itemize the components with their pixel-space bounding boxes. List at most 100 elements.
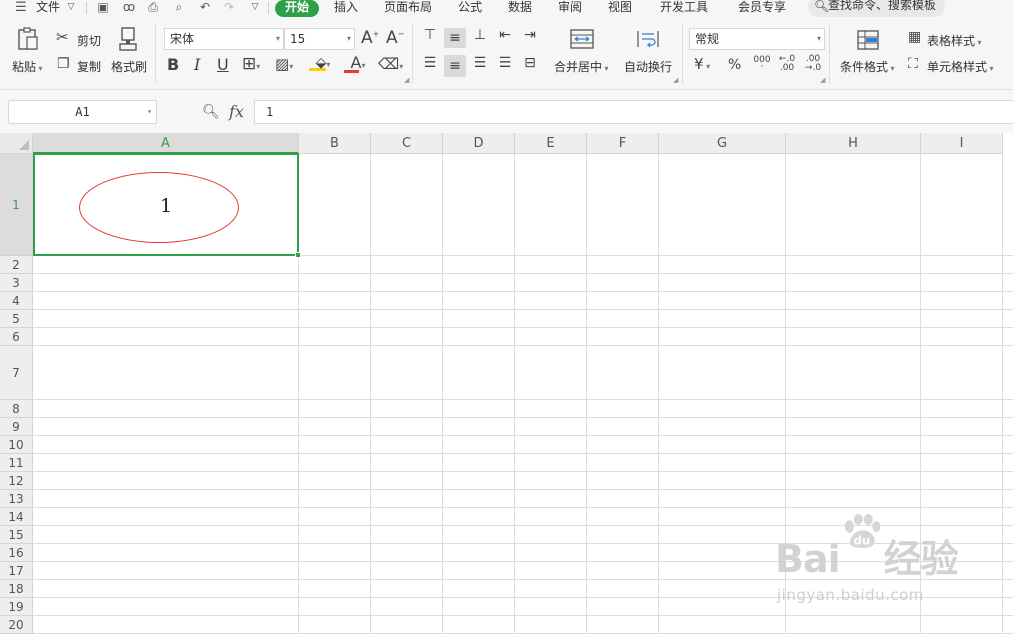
row-header-13[interactable]: 13 [0,490,33,508]
row-header-18[interactable]: 18 [0,580,33,598]
row-header-1[interactable]: 1 [0,154,33,256]
undo-icon[interactable]: ↶ [198,1,212,14]
table-style-icon[interactable]: ▦ [908,30,921,44]
increase-decimal-icon[interactable]: ←.0.00 [776,55,798,73]
chevron-down-icon[interactable]: ▽ [64,1,78,14]
name-box[interactable]: A1 ▾ [8,100,157,124]
merge-center-button[interactable]: 合并居中 ▾ [554,58,609,75]
row-header-2[interactable]: 2 [0,256,33,274]
align-right-icon[interactable]: ☰ [470,56,490,76]
merge-center-icon[interactable] [570,28,594,52]
decrease-indent-icon[interactable]: ⇤ [495,28,515,48]
column-header-g[interactable]: G [659,133,786,154]
column-header-f[interactable]: F [587,133,659,154]
increase-indent-icon[interactable]: ⇥ [520,28,540,48]
column-header-a[interactable]: A [33,133,299,154]
cell-style-button[interactable]: 单元格样式 ▾ [927,58,994,75]
format-painter-icon[interactable] [118,26,138,52]
decrease-decimal-icon[interactable]: .00 →.0 [802,55,824,73]
select-all-button[interactable] [0,133,33,154]
borders-icon[interactable]: ⊞▾ [242,56,260,73]
fill-color-icon[interactable]: ⬙▾ [309,56,337,71]
justify-icon[interactable]: ☰ [495,56,515,76]
currency-format-icon[interactable]: ¥ ▾ [694,57,710,72]
format-painter-qa-icon[interactable]: ꝏ [122,1,136,14]
conditional-format-button[interactable]: 条件格式 ▾ [840,58,895,75]
row-header-10[interactable]: 10 [0,436,33,454]
font-color-icon[interactable]: A▾ [344,55,372,73]
fill-pattern-icon[interactable]: ▨▾ [275,57,293,72]
redo-icon[interactable]: ↷ [222,1,236,14]
align-middle-icon[interactable]: ≡ [444,28,466,48]
column-header-i[interactable]: I [921,133,1003,154]
row-header-15[interactable]: 15 [0,526,33,544]
row-header-20[interactable]: 20 [0,616,33,634]
alignment-dialog-launcher-icon[interactable]: ◢ [673,76,678,84]
file-menu[interactable]: 文件 [36,0,60,17]
save-icon[interactable]: ▣ [96,1,110,14]
column-header-h[interactable]: H [786,133,921,154]
row-header-19[interactable]: 19 [0,598,33,616]
customize-quick-access-icon[interactable]: ▽ [248,1,262,14]
column-header-b[interactable]: B [299,133,371,154]
row-header-9[interactable]: 9 [0,418,33,436]
row-header-5[interactable]: 5 [0,310,33,328]
row-header-11[interactable]: 11 [0,454,33,472]
cell-style-icon[interactable]: ⛶ [908,57,918,71]
command-search[interactable]: 🔍︎ 查找命令、搜索模板 [808,0,945,17]
row-header-8[interactable]: 8 [0,400,33,418]
paste-icon[interactable] [14,26,42,52]
cell-a1-selection[interactable]: 1 [33,153,301,258]
increase-font-size-icon[interactable]: A+ [361,30,379,47]
tab-page-layout[interactable]: 页面布局 [384,0,432,17]
row-header-6[interactable]: 6 [0,328,33,346]
column-header-e[interactable]: E [515,133,587,154]
tab-formulas[interactable]: 公式 [458,0,482,17]
row-header-17[interactable]: 17 [0,562,33,580]
decrease-font-size-icon[interactable]: A− [386,30,404,47]
hamburger-menu-icon[interactable]: ☰ [14,1,28,14]
paste-button[interactable]: 粘贴 ▾ [12,58,43,75]
font-name-select[interactable]: 宋体 ▾ [164,28,284,50]
tab-view[interactable]: 视图 [608,0,632,17]
formula-input[interactable]: 1 [254,100,1013,124]
row-header-12[interactable]: 12 [0,472,33,490]
column-header-d[interactable]: D [443,133,515,154]
tab-developer[interactable]: 开发工具 [660,0,708,17]
conditional-format-icon[interactable] [857,30,879,52]
print-icon[interactable]: ⎙ [146,1,160,14]
underline-button[interactable]: U [217,57,229,73]
row-header-14[interactable]: 14 [0,508,33,526]
zoom-lookup-icon[interactable]: 🔍︎ [202,104,220,120]
copy-icon[interactable]: ❐ [57,57,70,71]
font-size-select[interactable]: 15 ▾ [284,28,355,50]
clear-format-icon[interactable]: ⌫▾ [378,57,403,72]
align-center-icon[interactable]: ≡ [444,55,466,77]
align-left-icon[interactable]: ☰ [420,56,440,76]
tab-review[interactable]: 审阅 [558,0,582,17]
row-header-7[interactable]: 7 [0,346,33,400]
tab-home[interactable]: 开始 [275,0,320,17]
table-style-button[interactable]: 表格样式 ▾ [927,32,982,49]
format-painter-button[interactable]: 格式刷 [111,58,147,75]
row-header-16[interactable]: 16 [0,544,33,562]
font-dialog-launcher-icon[interactable]: ◢ [404,76,409,84]
number-format-select[interactable]: 常规 ▾ [689,28,825,50]
cut-button[interactable]: 剪切 [77,32,101,49]
row-header-3[interactable]: 3 [0,274,33,292]
tab-member[interactable]: 会员专享 [738,0,786,17]
number-dialog-launcher-icon[interactable]: ◢ [820,76,825,84]
distribute-icon[interactable]: ⊟ [520,56,540,76]
thousands-separator-icon[interactable]: 000’ [752,56,772,73]
wrap-text-icon[interactable] [636,28,660,52]
tab-insert[interactable]: 插入 [334,0,358,17]
align-top-icon[interactable]: ⊤ [420,28,440,48]
fill-handle[interactable] [295,252,301,258]
bold-button[interactable]: B [167,57,179,73]
percent-format-icon[interactable]: % [728,58,741,72]
column-header-c[interactable]: C [371,133,443,154]
row-header-4[interactable]: 4 [0,292,33,310]
copy-button[interactable]: 复制 [77,58,101,75]
insert-function-button[interactable]: fx [229,102,244,121]
tab-data[interactable]: 数据 [508,0,532,17]
